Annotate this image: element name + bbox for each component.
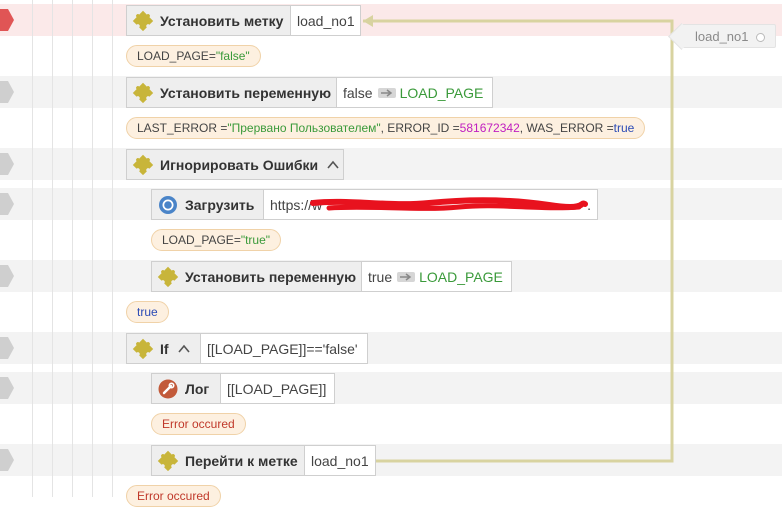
assign-value: false bbox=[343, 84, 373, 101]
puzzle-icon bbox=[157, 450, 179, 471]
breakpoint-marker[interactable] bbox=[0, 193, 16, 215]
result-eq: = bbox=[233, 233, 241, 247]
assign-value: true bbox=[368, 268, 393, 285]
breakpoint-marker[interactable] bbox=[0, 265, 16, 287]
breakpoint-marker[interactable] bbox=[0, 337, 16, 359]
breakpoint-marker[interactable] bbox=[0, 449, 16, 471]
result-value: "true" bbox=[240, 233, 271, 247]
goto-target-field[interactable]: load_no1 bbox=[304, 445, 376, 476]
breakpoint-marker-active[interactable] bbox=[0, 9, 16, 31]
result-pill: LOAD_PAGE = "false" bbox=[126, 45, 261, 67]
if-block[interactable]: If bbox=[126, 333, 201, 364]
result-error: Error occured bbox=[137, 489, 210, 503]
redaction-scribble bbox=[310, 197, 588, 211]
result-value: "false" bbox=[215, 49, 250, 63]
set-variable-block[interactable]: Установить переменную bbox=[126, 77, 337, 108]
variable-assign-field[interactable]: false LOAD_PAGE bbox=[336, 77, 493, 108]
log-message-value: [[LOAD_PAGE]] bbox=[227, 380, 327, 397]
result-pill: LAST_ERROR = "Прервано Пользователем", E… bbox=[126, 117, 646, 139]
log-block[interactable]: Лог bbox=[151, 373, 221, 404]
goto-label-block[interactable]: Перейти к метке bbox=[151, 445, 305, 476]
result-pill: LOAD_PAGE = "true" bbox=[151, 229, 282, 251]
variable-assign-field[interactable]: true LOAD_PAGE bbox=[361, 261, 512, 292]
block-label: If bbox=[160, 340, 169, 357]
result-eq: = bbox=[208, 49, 216, 63]
chevron-up-icon[interactable] bbox=[326, 158, 340, 172]
block-label: Перейти к метке bbox=[185, 452, 298, 469]
breakpoint-marker[interactable] bbox=[0, 153, 16, 175]
block-label: Лог bbox=[185, 380, 210, 397]
arrow-right-icon bbox=[377, 87, 396, 98]
block-label: Установить переменную bbox=[160, 84, 332, 101]
block-label: Установить метку bbox=[160, 12, 284, 29]
indent-guide bbox=[92, 0, 93, 497]
indent-guide bbox=[52, 0, 53, 497]
breakpoint-marker[interactable] bbox=[0, 377, 16, 399]
ignore-errors-block[interactable]: Игнорировать Ошибки bbox=[126, 149, 344, 180]
block-label: Игнорировать Ошибки bbox=[160, 156, 319, 173]
goto-target-value: load_no1 bbox=[311, 452, 369, 469]
result-text: LAST_ERROR = bbox=[137, 121, 228, 135]
result-var-name: LOAD_PAGE bbox=[162, 233, 234, 247]
result-text: , ERROR_ID = bbox=[380, 121, 460, 135]
set-variable-block[interactable]: Установить переменную bbox=[151, 261, 362, 292]
puzzle-icon bbox=[157, 266, 179, 287]
result-error: Error occured bbox=[162, 417, 235, 431]
result-keyword: true bbox=[137, 305, 158, 319]
result-keyword: true bbox=[613, 121, 635, 135]
puzzle-icon bbox=[132, 82, 154, 103]
load-block[interactable]: Загрузить bbox=[151, 189, 264, 220]
result-number: 581672342 bbox=[459, 121, 520, 135]
label-tag-circle-icon bbox=[756, 33, 765, 42]
log-message-field[interactable]: [[LOAD_PAGE]] bbox=[220, 373, 335, 404]
label-name-field[interactable]: load_no1 bbox=[290, 5, 361, 36]
set-label-block[interactable]: Установить метку bbox=[126, 5, 291, 36]
result-pill: true bbox=[126, 301, 169, 323]
result-pill: Error occured bbox=[151, 413, 246, 435]
result-string: "Прервано Пользователем" bbox=[227, 121, 381, 135]
label-name-value: load_no1 bbox=[297, 12, 355, 29]
label-marker-tag[interactable]: load_no1 bbox=[668, 23, 776, 50]
chrome-icon bbox=[159, 195, 177, 214]
result-text: , WAS_ERROR = bbox=[519, 121, 614, 135]
indent-guide bbox=[32, 0, 33, 497]
result-pill: Error occured bbox=[126, 485, 221, 507]
log-icon bbox=[158, 379, 178, 398]
condition-field[interactable]: [[LOAD_PAGE]]=='false' bbox=[200, 333, 368, 364]
label-tag-text: load_no1 bbox=[695, 28, 749, 44]
block-label: Установить переменную bbox=[185, 268, 357, 285]
indent-guide bbox=[72, 0, 73, 497]
breakpoint-marker[interactable] bbox=[0, 81, 16, 103]
puzzle-icon bbox=[132, 154, 154, 175]
assign-target: LOAD_PAGE bbox=[419, 268, 503, 285]
block-label: Загрузить bbox=[185, 196, 255, 213]
url-field[interactable]: https://w . bbox=[263, 189, 598, 220]
puzzle-icon bbox=[132, 338, 154, 359]
goto-connector-line bbox=[363, 15, 674, 463]
puzzle-icon bbox=[132, 10, 154, 31]
result-var-name: LOAD_PAGE bbox=[137, 49, 209, 63]
condition-value: [[LOAD_PAGE]]=='false' bbox=[207, 340, 358, 357]
arrow-right-icon bbox=[397, 271, 416, 282]
indent-guide bbox=[112, 0, 113, 497]
chevron-up-icon[interactable] bbox=[177, 342, 191, 356]
assign-target: LOAD_PAGE bbox=[399, 84, 484, 101]
